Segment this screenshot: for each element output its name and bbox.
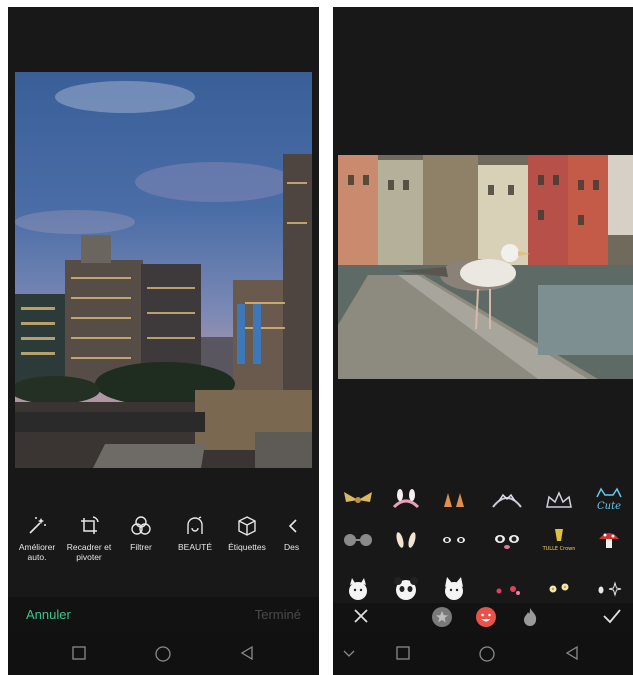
panda-sticker[interactable] <box>388 575 424 601</box>
rabbit-ears-sticker[interactable] <box>388 527 424 553</box>
tulle-crown-sticker[interactable]: TULLE Crown <box>541 527 577 553</box>
done-button[interactable]: Terminé <box>255 607 301 622</box>
tool-draw[interactable]: Des <box>276 515 319 552</box>
tool-label: Étiquettes <box>228 542 266 552</box>
back-icon[interactable] <box>565 646 579 660</box>
chevron-down-icon[interactable] <box>343 649 355 659</box>
draw-icon <box>288 519 297 533</box>
home-icon[interactable] <box>155 646 171 662</box>
hearts-sticker[interactable] <box>489 575 525 601</box>
mushroom-sticker[interactable] <box>591 527 627 553</box>
tool-label: Des <box>284 542 300 552</box>
cat-face-sticker[interactable] <box>489 527 525 553</box>
close-icon[interactable] <box>351 606 371 626</box>
tool-filter[interactable]: Filtrer <box>112 515 170 552</box>
tool-auto-enhance[interactable]: Améliorer auto. <box>8 515 66 562</box>
back-icon[interactable] <box>240 646 254 660</box>
bunny-ears-sticker[interactable] <box>388 487 424 513</box>
sunglasses-sticker[interactable] <box>340 527 376 553</box>
filter-circles-icon <box>131 516 151 535</box>
system-nav-bar <box>333 633 633 675</box>
cat-head-sticker[interactable] <box>436 575 472 601</box>
home-icon[interactable] <box>479 646 495 662</box>
sticker-cube-icon <box>238 516 256 536</box>
magic-wand-icon <box>29 517 46 534</box>
check-icon[interactable] <box>601 606 623 626</box>
tool-label: Recadrer et pivoter <box>66 542 112 562</box>
photo-editor-screen: Améliorer auto. Recadrer et pivoter Filt… <box>8 7 319 675</box>
crop-rotate-icon <box>81 516 99 534</box>
eyes-sticker[interactable] <box>436 527 472 553</box>
seagull-photo <box>338 155 633 379</box>
tool-crop-rotate[interactable]: Recadrer et pivoter <box>60 515 118 562</box>
sparkle-sticker[interactable] <box>591 575 627 601</box>
white-cat-sticker[interactable] <box>340 575 376 601</box>
beauty-face-icon <box>187 516 203 534</box>
tulle-sticker-text: TULLE Crown <box>542 546 576 552</box>
system-nav-bar <box>8 633 319 675</box>
fox-ears-sticker[interactable] <box>436 487 472 513</box>
flame-category-icon[interactable] <box>519 606 541 628</box>
recent-apps-icon[interactable] <box>72 646 86 660</box>
edit-action-bar: Annuler Terminé <box>8 597 319 633</box>
tool-label: Filtrer <box>130 542 152 552</box>
tool-stickers[interactable]: Étiquettes <box>218 515 276 552</box>
cute-sticker-text: Cute <box>597 501 621 512</box>
tiara-sticker[interactable] <box>489 487 525 513</box>
cute-cat-text-sticker[interactable]: Cute <box>591 487 627 513</box>
sticker-grid: Cute TULLE Crown <box>333 483 633 603</box>
emoji-category-icon[interactable] <box>475 606 497 628</box>
editing-tool-row: Améliorer auto. Recadrer et pivoter Filt… <box>8 515 319 575</box>
tool-label: Améliorer auto. <box>18 542 56 562</box>
tool-beauty[interactable]: BEAUTÉ <box>166 515 224 552</box>
cancel-button[interactable]: Annuler <box>26 607 71 622</box>
crown-sticker[interactable] <box>541 487 577 513</box>
sticker-editor-screen: Cute TULLE Crown <box>333 7 633 675</box>
city-skyline-photo <box>15 72 312 468</box>
tool-label: BEAUTÉ <box>177 542 212 552</box>
flowers-sticker[interactable] <box>541 575 577 601</box>
bow-sticker[interactable] <box>340 487 376 513</box>
star-category-icon[interactable] <box>431 606 453 628</box>
sticker-category-bar <box>333 603 633 633</box>
recent-apps-icon[interactable] <box>396 646 410 660</box>
